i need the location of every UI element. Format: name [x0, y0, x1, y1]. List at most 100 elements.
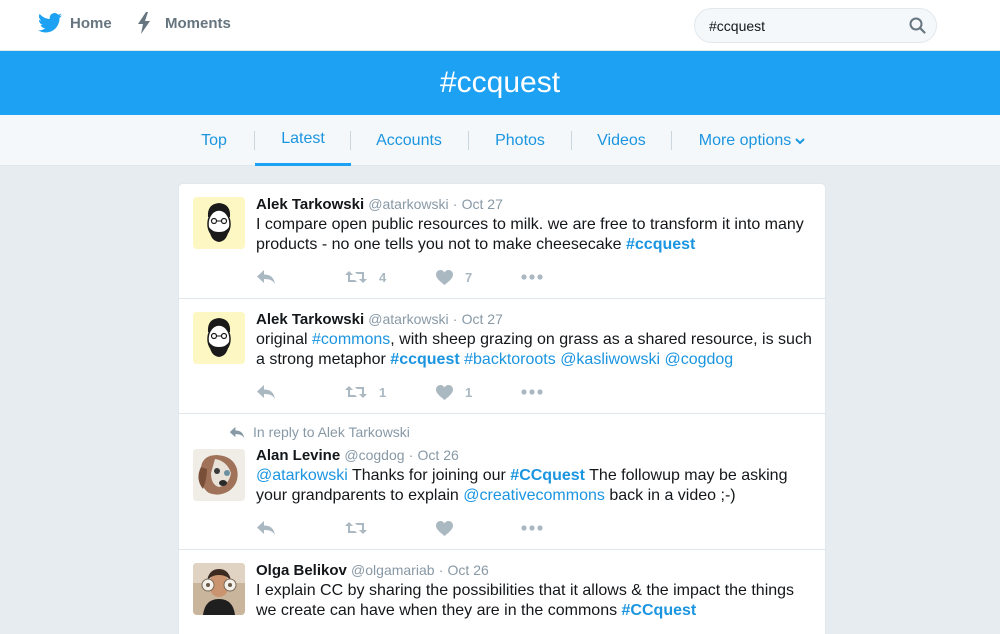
timeline: Alek Tarkowski @atarkowski · Oct 27 I co… [178, 183, 826, 634]
tweet-time[interactable]: Oct 27 [462, 311, 503, 327]
retweet-count: 1 [379, 384, 387, 400]
tab-divider [468, 131, 469, 150]
more-button[interactable] [521, 518, 543, 538]
search-header-banner: #ccquest [0, 51, 1000, 115]
search-box [694, 8, 937, 43]
separator-dot: · [408, 447, 414, 463]
nav-moments[interactable]: Moments [137, 0, 231, 46]
avatar[interactable] [193, 563, 245, 615]
tweet-text: I compare open public resources to milk.… [256, 215, 816, 255]
tweet-text-segment: I explain CC by sharing the possibilitie… [256, 582, 795, 619]
author-name[interactable]: Olga Belikov [256, 562, 347, 579]
hashtag-link[interactable]: #CCquest [622, 602, 697, 619]
retweet-count: 4 [379, 269, 387, 285]
tweet-time[interactable]: Oct 26 [448, 562, 489, 578]
author-handle[interactable]: @olgamariab [351, 562, 434, 578]
like-button[interactable]: 7 [436, 267, 472, 287]
retweet-icon [345, 271, 367, 283]
heart-icon [436, 384, 453, 400]
reply-context: In reply to Alek Tarkowski [229, 424, 410, 440]
hashtag-link[interactable]: #ccquest [626, 236, 695, 253]
more-button[interactable] [521, 267, 543, 287]
tweet[interactable]: Olga Belikov @olgamariab · Oct 26 I expl… [179, 550, 825, 634]
mention-link[interactable]: @creativecommons [463, 487, 605, 504]
reply-icon [257, 270, 275, 284]
hashtag-link[interactable]: #CCquest [510, 467, 585, 484]
nav-home[interactable]: Home [38, 0, 112, 46]
separator-dot: · [452, 311, 458, 327]
tab-more-options-label: More options [698, 131, 792, 149]
like-count: 7 [465, 269, 473, 285]
retweet-button[interactable] [345, 518, 367, 538]
more-icon [521, 389, 543, 395]
avatar-dog-photo-icon [193, 449, 245, 501]
like-button[interactable]: 1 [436, 382, 472, 402]
tab-top[interactable]: Top [186, 115, 242, 166]
separator-dot: · [452, 196, 458, 212]
like-button[interactable] [436, 518, 453, 538]
tab-videos[interactable]: Videos [584, 115, 659, 166]
avatar-face-sketch-icon [193, 312, 245, 364]
reply-icon [257, 385, 275, 399]
more-icon [521, 525, 543, 531]
avatar[interactable] [193, 312, 245, 364]
heart-icon [436, 269, 453, 285]
chevron-down-icon [795, 137, 805, 144]
mention-link[interactable]: @kasliwowski [560, 351, 660, 368]
nav-moments-label: Moments [165, 14, 231, 32]
avatar-face-sketch-icon [193, 197, 245, 249]
reply-button[interactable] [256, 382, 276, 402]
search-input[interactable] [695, 9, 895, 42]
tab-accounts[interactable]: Accounts [362, 115, 456, 166]
top-navigation: Home Moments [0, 0, 1000, 51]
reply-button[interactable] [256, 267, 276, 287]
tab-divider [571, 131, 572, 150]
hashtag-link[interactable]: #commons [312, 331, 390, 348]
tweet-text-segment: back in a video ;-) [604, 487, 736, 504]
tweet-header: Alek Tarkowski @atarkowski · Oct 27 [256, 196, 503, 213]
mention-link[interactable]: @atarkowski [256, 467, 348, 484]
avatar[interactable] [193, 449, 245, 501]
author-handle[interactable]: @atarkowski [368, 196, 448, 212]
reply-context-label[interactable]: In reply to Alek Tarkowski [253, 424, 410, 440]
more-icon [521, 274, 543, 280]
tweet[interactable]: In reply to Alek Tarkowski Alan Levine @… [179, 414, 825, 550]
tweet-header: Olga Belikov @olgamariab · Oct 26 [256, 562, 489, 579]
tab-divider [671, 131, 672, 150]
tweet[interactable]: Alek Tarkowski @atarkowski · Oct 27 orig… [179, 299, 825, 414]
tab-more-options[interactable]: More options [690, 115, 814, 166]
tweet-text-segment: I compare open public resources to milk.… [256, 216, 804, 253]
tweet-text: original #commons, with sheep grazing on… [256, 330, 816, 370]
search-tabs: Top Latest Accounts Photos Videos More o… [0, 115, 1000, 166]
heart-icon [436, 520, 453, 536]
author-name[interactable]: Alek Tarkowski [256, 196, 364, 213]
retweet-icon [345, 522, 367, 534]
reply-button[interactable] [256, 518, 276, 538]
author-handle[interactable]: @cogdog [344, 447, 404, 463]
tweet-text-segment: Thanks for joining our [347, 467, 511, 484]
tab-photos[interactable]: Photos [480, 115, 560, 166]
retweet-button[interactable]: 4 [345, 267, 386, 287]
author-name[interactable]: Alan Levine [256, 447, 340, 464]
author-handle[interactable]: @atarkowski [368, 311, 448, 327]
tweet-text: I explain CC by sharing the possibilitie… [256, 581, 816, 621]
more-button[interactable] [521, 382, 543, 402]
tweet-text: @atarkowski Thanks for joining our #CCqu… [256, 466, 816, 506]
search-icon[interactable] [909, 17, 926, 34]
tweet[interactable]: Alek Tarkowski @atarkowski · Oct 27 I co… [179, 184, 825, 299]
tab-divider [350, 131, 351, 150]
mention-link[interactable]: @cogdog [664, 351, 733, 368]
retweet-button[interactable]: 1 [345, 382, 386, 402]
lightning-icon [138, 12, 150, 34]
retweet-icon [345, 386, 367, 398]
author-name[interactable]: Alek Tarkowski [256, 311, 364, 328]
avatar-person-photo-icon [193, 563, 245, 615]
search-query-title: #ccquest [439, 66, 561, 99]
hashtag-link[interactable]: #backtoroots [464, 351, 556, 368]
tab-latest[interactable]: Latest [255, 115, 351, 166]
hashtag-link[interactable]: #ccquest [390, 351, 459, 368]
tweet-time[interactable]: Oct 27 [462, 196, 503, 212]
avatar[interactable] [193, 197, 245, 249]
tweet-time[interactable]: Oct 26 [418, 447, 459, 463]
tweet-header: Alek Tarkowski @atarkowski · Oct 27 [256, 311, 503, 328]
